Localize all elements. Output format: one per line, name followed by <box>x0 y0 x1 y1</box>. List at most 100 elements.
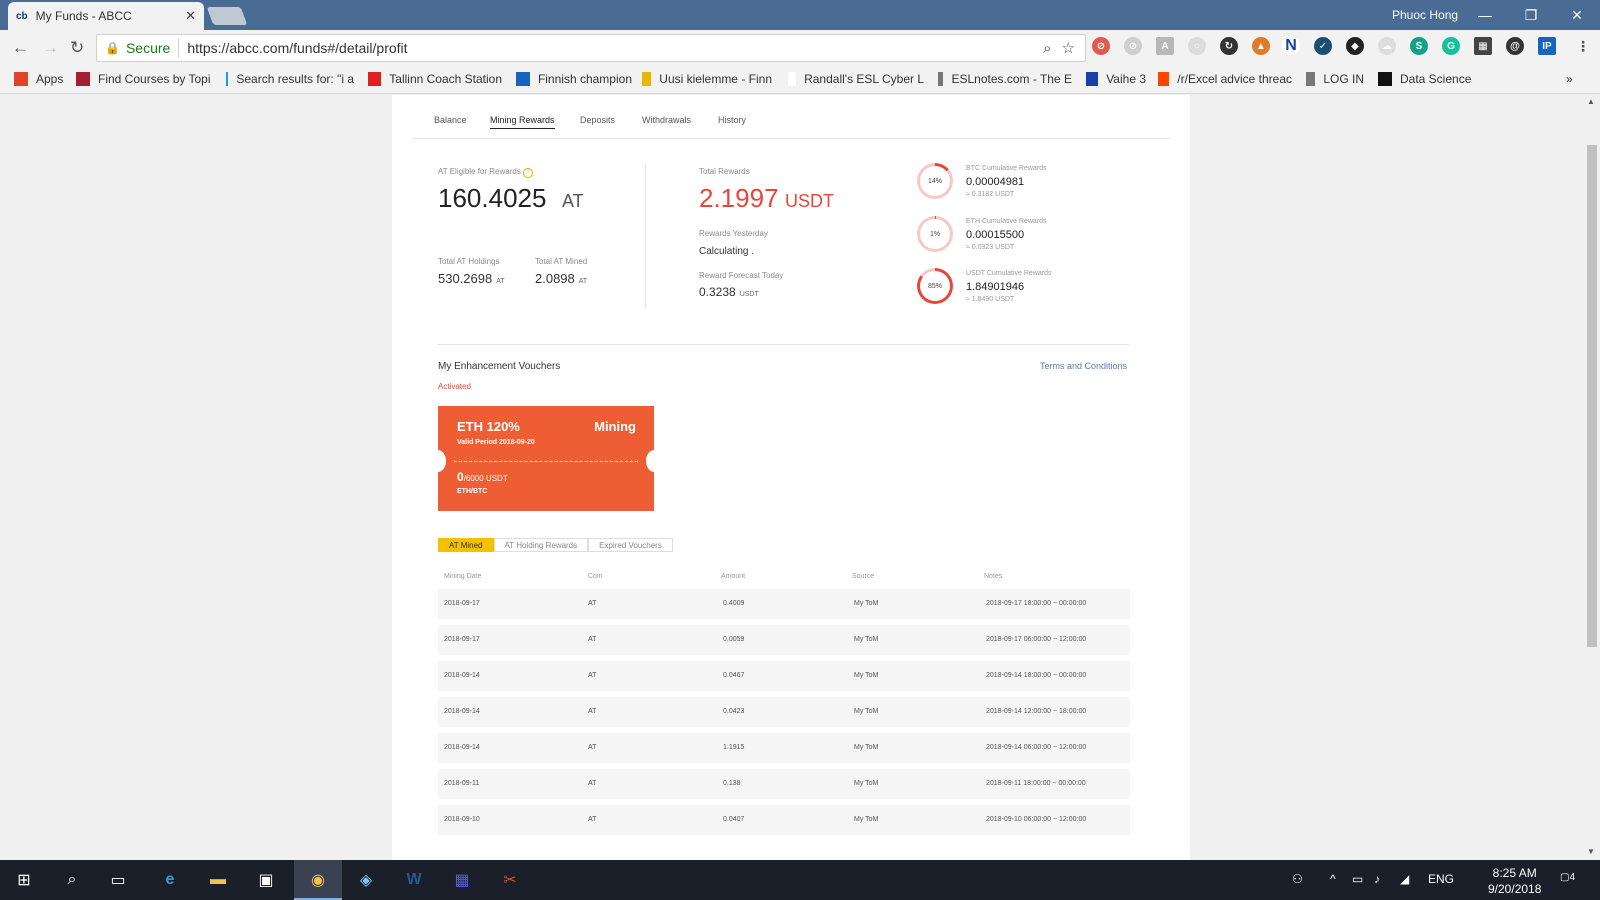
extension-check-icon[interactable]: ✓ <box>1314 37 1332 55</box>
new-tab-button[interactable] <box>206 7 248 25</box>
bookmark-item[interactable]: Randall's ESL Cyber L <box>788 72 924 86</box>
enhancement-voucher-card[interactable]: ETH 120% Mining Valid Period 2018-09-20 … <box>430 406 662 511</box>
restore-icon[interactable]: ❐ <box>1508 0 1554 30</box>
dictionary-app-icon[interactable]: ▦ <box>450 868 474 892</box>
bookmark-item[interactable]: Data Science <box>1378 72 1471 86</box>
cell-amount: 0.4009 <box>723 600 745 607</box>
chrome-menu-icon[interactable]: ⋮ <box>1574 37 1592 55</box>
tab-at-holding-rewards[interactable]: AT Holding Rewards <box>493 538 589 552</box>
bookmark-label: Uusi kielemme - Finn <box>659 72 772 86</box>
extension-circle-icon[interactable]: ○ <box>1188 37 1206 55</box>
table-row: 2018-09-17 AT 0.4009 My ToM 2018-09-17 18:00… <box>438 589 1130 619</box>
extension-ip-icon[interactable]: IP <box>1538 37 1556 55</box>
page-scrollbar[interactable]: ▲ ▼ <box>1584 95 1600 860</box>
cell-source: My ToM <box>854 600 879 607</box>
subnav-withdrawals[interactable]: Withdrawals <box>642 115 691 125</box>
cumulative-value: 0.00004981 <box>966 176 1025 188</box>
extension-shield-icon[interactable]: ◆ <box>1346 37 1364 55</box>
bookmark-item[interactable]: Vaihe 3 <box>1086 72 1146 86</box>
forward-icon[interactable]: → <box>42 38 59 58</box>
bookmark-item[interactable]: Tallinn Coach Station <box>368 72 502 86</box>
info-icon[interactable]: ! <box>523 168 534 178</box>
col-notes: Notes <box>984 573 1003 580</box>
subnav-deposits[interactable]: Deposits <box>580 115 615 125</box>
notifications-icon[interactable]: ▢4 <box>1560 872 1575 883</box>
snipping-tool-icon[interactable]: ✂ <box>498 868 522 892</box>
extension-cloud-icon[interactable]: ☁ <box>1378 37 1396 55</box>
bookmark-item[interactable]: LOG IN <box>1306 72 1364 86</box>
reward-ring: 1% <box>917 216 953 252</box>
url-text[interactable]: https://abcc.com/funds#/detail/profit <box>187 40 1043 56</box>
cell-coin: AT <box>588 780 597 787</box>
tab-expired-vouchers[interactable]: Expired Vouchers <box>588 538 673 552</box>
cell-amount: 0.0467 <box>723 672 745 679</box>
cell-notes: 2018-09-14 12:00:00 ~ 18:00:00 <box>986 708 1087 715</box>
volume-icon[interactable]: ♪ <box>1374 872 1380 886</box>
chrome-icon[interactable]: ◉ <box>306 868 330 892</box>
extension-s-icon[interactable]: S <box>1410 37 1428 55</box>
voucher-coin: ETH 120% <box>457 419 520 434</box>
bookmark-label: Search results for: "i a <box>236 72 354 86</box>
bookmark-star-icon[interactable]: ☆ <box>1062 39 1075 57</box>
close-window-icon[interactable]: ✕ <box>1554 0 1600 30</box>
bookmark-item[interactable]: Find Courses by Topi <box>76 72 211 86</box>
tab-close-icon[interactable]: ✕ <box>185 8 196 24</box>
subnav-balance[interactable]: Balance <box>434 115 467 125</box>
cell-amount: 0.138 <box>723 780 741 787</box>
grammarly-icon[interactable]: G <box>1442 37 1460 55</box>
eligible-unit: AT <box>562 191 584 211</box>
extension-qr-icon[interactable]: ▦ <box>1474 37 1492 55</box>
task-view-icon[interactable]: ▭ <box>106 868 130 892</box>
tray-expand-icon[interactable]: ^ <box>1330 872 1336 886</box>
tab-at-mined[interactable]: AT Mined <box>438 538 494 552</box>
forecast-value: 0.3238 USDT <box>699 285 759 299</box>
bookmark-item[interactable]: /r/Excel advice threac <box>1158 72 1292 86</box>
file-explorer-icon[interactable]: ▬ <box>206 868 230 892</box>
extension-pdf-icon[interactable]: A <box>1156 37 1174 55</box>
reload-icon[interactable]: ↻ <box>70 38 84 58</box>
minimize-icon[interactable]: — <box>1462 0 1508 30</box>
battery-icon[interactable]: ▭ <box>1352 872 1363 886</box>
extension-n-icon[interactable]: N <box>1282 37 1300 55</box>
browser-tab[interactable]: cb My Funds - ABCC ✕ <box>8 2 204 30</box>
cell-notes: 2018-09-14 18:00:00 ~ 00:00:00 <box>986 672 1087 679</box>
language-indicator[interactable]: ENG <box>1428 872 1454 886</box>
extension-blocker-icon[interactable]: ⊘ <box>1092 37 1110 55</box>
subnav-mining-rewards[interactable]: Mining Rewards <box>490 115 555 129</box>
table-header: Mining Date Coin Amount Source Notes <box>438 573 1130 587</box>
terms-link[interactable]: Terms and Conditions <box>1040 361 1127 371</box>
word-icon[interactable]: W <box>402 868 426 892</box>
scroll-down-icon[interactable]: ▼ <box>1587 847 1595 856</box>
edge-icon[interactable]: e <box>158 868 182 892</box>
bookmark-item[interactable]: Finnish champion <box>516 72 632 86</box>
clock[interactable]: 8:25 AM 9/20/2018 <box>1488 865 1541 897</box>
bookmark-item[interactable]: Search results for: "i a <box>226 72 354 86</box>
address-bar[interactable]: 🔒 Secure https://abcc.com/funds#/detail/… <box>96 34 1086 62</box>
bookmark-item[interactable]: Apps <box>14 72 63 86</box>
wifi-icon[interactable]: ◢ <box>1400 872 1409 886</box>
notes-app-icon[interactable]: ◈ <box>354 868 378 892</box>
extension-gray-icon[interactable]: ⊘ <box>1124 37 1142 55</box>
scroll-up-icon[interactable]: ▲ <box>1587 97 1595 106</box>
search-icon[interactable]: ⌕ <box>60 868 84 892</box>
extension-sync-icon[interactable]: ↻ <box>1220 37 1238 55</box>
bookmarks-overflow-icon[interactable]: » <box>1566 72 1573 86</box>
subnav-history[interactable]: History <box>718 115 746 125</box>
bookmark-item[interactable]: Uusi kielemme - Finn <box>642 72 772 86</box>
mined-label: Total AT Mined <box>535 257 588 266</box>
voucher-amount: 0/6000 USDT <box>457 470 508 484</box>
back-icon[interactable]: ← <box>12 38 29 58</box>
profile-name[interactable]: Phuoc Hong <box>1392 8 1458 22</box>
metamask-icon[interactable]: ▲ <box>1252 37 1270 55</box>
scrollbar-thumb[interactable] <box>1587 145 1597 647</box>
bookmark-label: Find Courses by Topi <box>98 72 211 86</box>
clock-date: 9/20/2018 <box>1488 882 1542 896</box>
extension-swirl-icon[interactable]: @ <box>1506 37 1524 55</box>
abcc-favicon-icon: cb <box>16 10 28 22</box>
store-icon[interactable]: ▣ <box>254 868 278 892</box>
windows-start-icon[interactable]: ⊞ <box>12 868 36 892</box>
funds-subnav: Balance Mining Rewards Deposits Withdraw… <box>412 95 1170 139</box>
bookmark-item[interactable]: ESLnotes.com - The E <box>938 72 1072 86</box>
people-icon[interactable]: ⚇ <box>1292 872 1303 886</box>
zoom-icon[interactable]: ⌕ <box>1043 40 1051 57</box>
